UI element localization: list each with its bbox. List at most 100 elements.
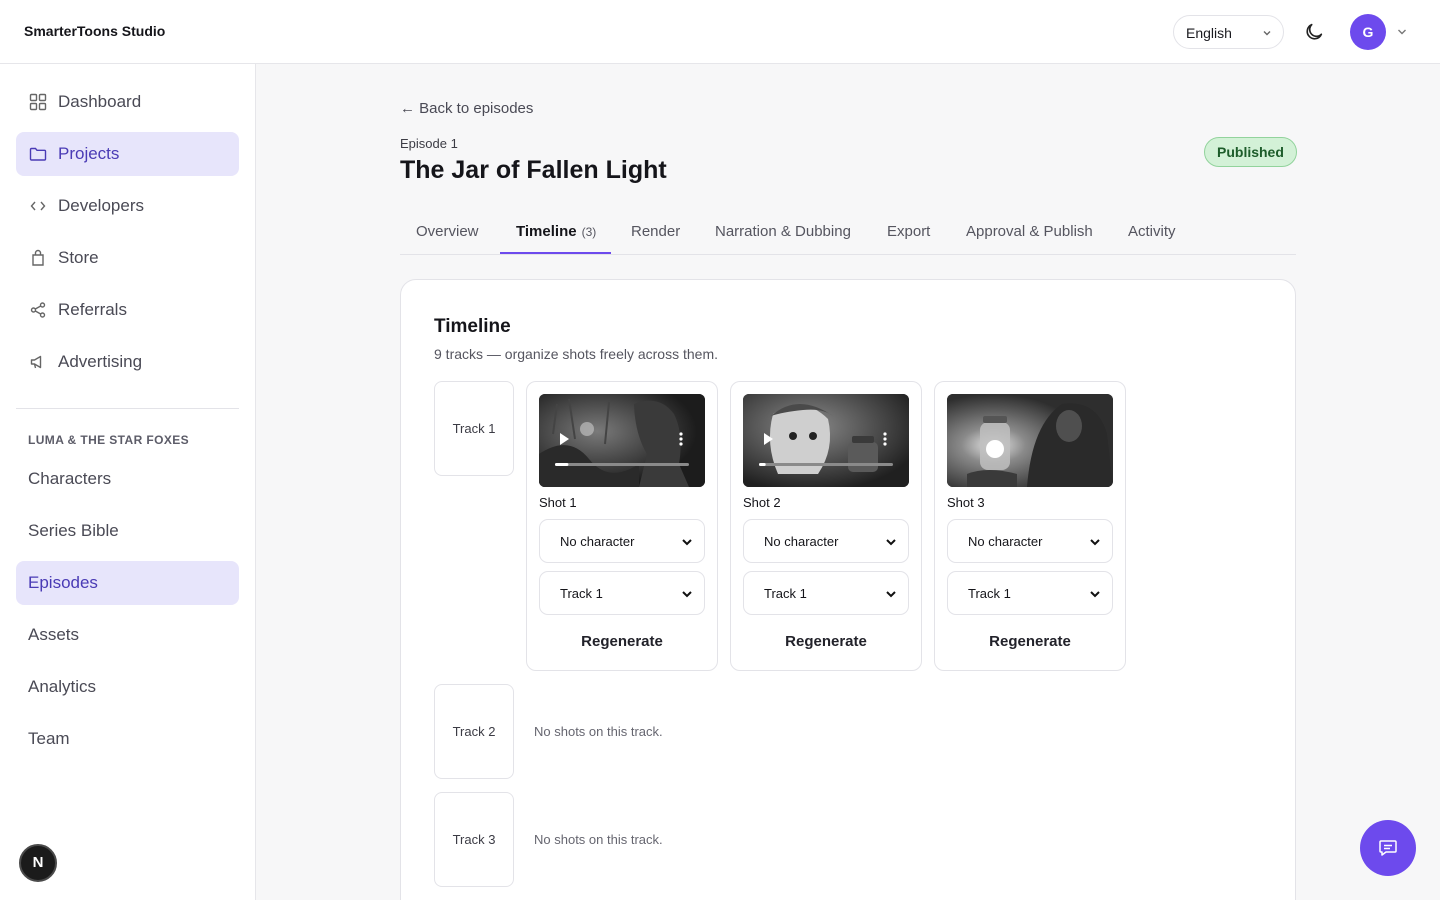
sidebar: Dashboard Projects Developers Store Refe… xyxy=(0,64,256,900)
track-select[interactable]: Track 1 xyxy=(539,571,705,615)
timeline-title: Timeline xyxy=(434,316,511,337)
character-select[interactable]: No character xyxy=(539,519,705,563)
shot-name: Shot 3 xyxy=(947,495,985,510)
brand-name[interactable]: SmarterToons Studio xyxy=(24,23,165,39)
tab-approval-publish[interactable]: Approval & Publish xyxy=(966,223,1093,240)
more-options-icon[interactable] xyxy=(883,432,887,446)
track-label: Track 1 xyxy=(434,381,514,476)
chevron-down-icon xyxy=(886,539,896,546)
sidebar-item-store[interactable]: Store xyxy=(16,236,239,280)
dev-tools-badge[interactable]: N xyxy=(19,844,57,882)
shot-card[interactable]: Shot 1 No character Track 1 Regenerate xyxy=(526,381,718,671)
character-select-value: No character xyxy=(968,534,1043,549)
tab-timeline[interactable]: Timeline (3) xyxy=(516,223,596,240)
shot-name: Shot 1 xyxy=(539,495,577,510)
character-select-value: No character xyxy=(764,534,839,549)
episode-tabs: Overview Timeline (3) Render Narration & … xyxy=(400,214,1296,255)
character-select-value: No character xyxy=(560,534,635,549)
sidebar-item-label: Characters xyxy=(28,469,112,488)
shot-video-player[interactable] xyxy=(539,394,705,487)
sidebar-item-label: Developers xyxy=(58,196,144,215)
sidebar-item-episodes[interactable]: Episodes xyxy=(16,561,239,605)
chevron-down-icon xyxy=(682,539,692,546)
sidebar-item-label: Analytics xyxy=(28,677,97,696)
shot-name: Shot 2 xyxy=(743,495,781,510)
tab-label: Timeline xyxy=(516,223,577,240)
sidebar-item-label: Referrals xyxy=(58,300,127,319)
video-progress-fill xyxy=(555,463,569,466)
episode-label: Episode 1 xyxy=(400,136,458,151)
chevron-down-icon xyxy=(1263,31,1271,36)
megaphone-icon xyxy=(30,355,42,369)
shot-video-player[interactable] xyxy=(743,394,909,487)
character-select[interactable]: No character xyxy=(743,519,909,563)
video-progress-track[interactable] xyxy=(759,463,893,466)
chat-icon xyxy=(1379,840,1397,856)
page-title: The Jar of Fallen Light xyxy=(400,156,667,184)
timeline-panel: Timeline 9 tracks — organize shots freel… xyxy=(400,279,1296,900)
tab-count: (3) xyxy=(581,225,597,239)
track-select-value: Track 1 xyxy=(764,586,807,601)
sidebar-item-label: Dashboard xyxy=(58,92,142,111)
sidebar-item-label: Team xyxy=(28,729,70,748)
code-icon xyxy=(30,201,46,211)
video-progress-track[interactable] xyxy=(555,463,689,466)
regenerate-button[interactable]: Regenerate xyxy=(539,627,705,657)
tab-overview[interactable]: Overview xyxy=(416,223,479,240)
sidebar-divider xyxy=(16,408,239,409)
shot-card[interactable]: Shot 2 No character Track 1 Regenerate xyxy=(730,381,922,671)
chevron-down-icon xyxy=(886,591,896,598)
more-options-icon[interactable] xyxy=(679,432,683,446)
sidebar-item-referrals[interactable]: Referrals xyxy=(16,288,239,332)
sidebar-item-label: Advertising xyxy=(58,352,143,371)
track-select[interactable]: Track 1 xyxy=(743,571,909,615)
avatar[interactable]: G xyxy=(1350,14,1386,50)
tab-narration-dubbing[interactable]: Narration & Dubbing xyxy=(715,223,851,240)
sidebar-item-team[interactable]: Team xyxy=(16,717,239,761)
sidebar-item-label: Series Bible xyxy=(28,521,119,540)
timeline-subtitle: 9 tracks — organize shots freely across … xyxy=(434,346,718,362)
folder-icon xyxy=(29,147,47,161)
sidebar-item-characters[interactable]: Characters xyxy=(16,457,239,501)
bag-icon xyxy=(32,249,44,266)
sidebar-item-developers[interactable]: Developers xyxy=(16,184,239,228)
sidebar-item-assets[interactable]: Assets xyxy=(16,613,239,657)
shot-image xyxy=(947,394,1113,487)
track-select-value: Track 1 xyxy=(560,586,603,601)
chevron-down-icon[interactable] xyxy=(1396,26,1408,38)
shot-thumbnail xyxy=(743,394,909,487)
moon-icon[interactable] xyxy=(1303,21,1325,43)
track-label: Track 2 xyxy=(434,684,514,779)
shot-card[interactable]: Shot 3 No character Track 1 Regenerate xyxy=(934,381,1126,671)
status-badge: Published xyxy=(1204,137,1297,167)
sidebar-item-series-bible[interactable]: Series Bible xyxy=(16,509,239,553)
tab-activity[interactable]: Activity xyxy=(1128,223,1176,240)
shot-thumbnail xyxy=(539,394,705,487)
empty-track-note: No shots on this track. xyxy=(534,724,663,739)
shot-thumbnail xyxy=(947,394,1113,487)
track-select[interactable]: Track 1 xyxy=(947,571,1113,615)
track-select-value: Track 1 xyxy=(968,586,1011,601)
grid-icon xyxy=(29,93,47,111)
sidebar-item-advertising[interactable]: Advertising xyxy=(16,340,239,384)
tab-render[interactable]: Render xyxy=(631,223,680,240)
chevron-down-icon xyxy=(1090,591,1100,598)
sidebar-item-projects[interactable]: Projects xyxy=(16,132,239,176)
video-progress-fill xyxy=(759,463,766,466)
active-tab-indicator xyxy=(500,252,611,254)
sidebar-item-dashboard[interactable]: Dashboard xyxy=(16,80,239,124)
share-icon xyxy=(30,302,46,318)
language-select[interactable]: English xyxy=(1173,15,1284,49)
language-value: English xyxy=(1186,25,1232,41)
character-select[interactable]: No character xyxy=(947,519,1113,563)
chat-button[interactable] xyxy=(1360,820,1416,876)
sidebar-item-label: Projects xyxy=(58,144,120,163)
chevron-down-icon xyxy=(682,591,692,598)
regenerate-button[interactable]: Regenerate xyxy=(743,627,909,657)
sidebar-item-analytics[interactable]: Analytics xyxy=(16,665,239,709)
regenerate-button[interactable]: Regenerate xyxy=(947,627,1113,657)
back-to-episodes-link[interactable]: ← Back to episodes xyxy=(400,100,533,117)
tab-export[interactable]: Export xyxy=(887,223,930,240)
sidebar-item-label: Assets xyxy=(28,625,80,644)
empty-track-note: No shots on this track. xyxy=(534,832,663,847)
